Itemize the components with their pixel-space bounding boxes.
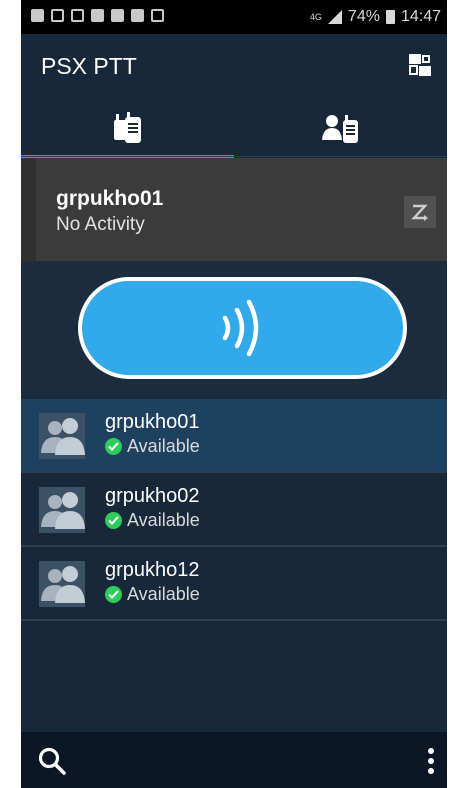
battery-percent: 74% [347, 8, 380, 25]
tab-bar [21, 100, 447, 158]
search-button[interactable] [37, 746, 67, 776]
group-avatar-icon [39, 561, 85, 607]
push-to-talk-button[interactable] [78, 277, 407, 379]
notification-icon [71, 9, 84, 22]
list-item[interactable]: grpukho02 Available [21, 473, 447, 547]
signal-icon [327, 10, 342, 24]
group-avatar-icon [39, 413, 85, 459]
ptt-area [21, 261, 447, 399]
group-icon [111, 9, 124, 22]
group-name: grpukho12 [105, 559, 200, 581]
group-status-label: Available [127, 436, 200, 456]
group-status: Available [105, 510, 200, 531]
status-indicators: 4G 74% 14:47 [310, 8, 441, 26]
group-icon [91, 9, 104, 22]
group-list: grpukho01 Available grpukho02 Available … [21, 399, 447, 621]
window-toggle-button[interactable] [407, 52, 433, 78]
flipboard-icon [131, 9, 144, 22]
contacts-radio-icon [321, 115, 358, 143]
voicemail-icon [151, 9, 164, 22]
scan-icon [411, 204, 428, 221]
available-check-icon [105, 512, 122, 529]
active-group-card[interactable]: grpukho01 No Activity [21, 158, 447, 261]
tab-contacts[interactable] [234, 100, 447, 156]
more-vertical-icon [428, 748, 434, 774]
talk-waves-icon [222, 299, 258, 357]
bottom-bar [21, 732, 447, 788]
tab-channels[interactable] [21, 100, 234, 158]
network-type: 4G [309, 11, 322, 22]
active-group-name: grpukho01 [56, 187, 164, 210]
group-status: Available [105, 584, 200, 605]
tab-divider [21, 156, 447, 157]
list-item[interactable]: grpukho01 Available [21, 399, 447, 473]
window-toggle-icon [409, 54, 431, 76]
radio-channels-icon [113, 112, 141, 143]
list-item[interactable]: grpukho12 Available [21, 547, 447, 621]
group-avatar-icon [39, 487, 85, 533]
more-options-button[interactable] [423, 746, 439, 776]
battery-icon [385, 10, 395, 24]
notification-icons [31, 9, 164, 22]
status-bar: 4G 74% 14:47 [21, 0, 447, 34]
sim-icon [31, 9, 44, 22]
available-check-icon [105, 586, 122, 603]
scan-button[interactable] [404, 196, 436, 228]
phone-screen: 4G 74% 14:47 PSX PTT grpukho01 No Activi… [21, 0, 447, 788]
search-icon [38, 747, 66, 775]
group-status-label: Available [127, 510, 200, 530]
group-status-label: Available [127, 584, 200, 604]
available-check-icon [105, 438, 122, 455]
app-bar: PSX PTT [21, 34, 447, 100]
group-name: grpukho02 [105, 485, 200, 507]
group-name: grpukho01 [105, 411, 200, 433]
active-group-accent [21, 158, 36, 261]
clock: 14:47 [400, 8, 441, 25]
app-title: PSX PTT [41, 53, 137, 79]
group-status: Available [105, 436, 200, 457]
active-group-status: No Activity [56, 214, 145, 235]
image-icon [51, 9, 64, 22]
